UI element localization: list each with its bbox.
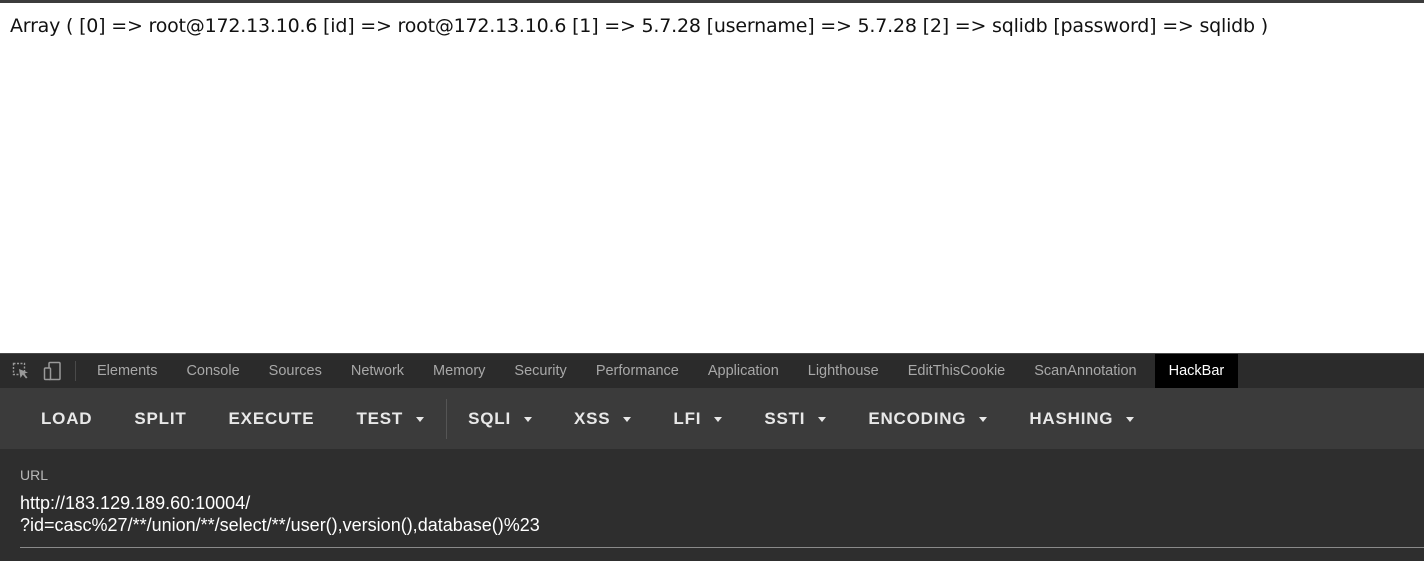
tab-memory[interactable]: Memory	[422, 354, 496, 388]
ssti-button-label: SSTI	[764, 408, 806, 428]
hashing-dropdown-button[interactable]: HASHING	[1008, 388, 1155, 449]
split-button-label: SPLIT	[134, 408, 187, 428]
execute-button[interactable]: EXECUTE	[208, 388, 336, 449]
xss-button-label: XSS	[573, 408, 611, 428]
tab-console[interactable]: Console	[175, 354, 250, 388]
test-dropdown-button[interactable]: TEST	[335, 388, 446, 449]
tab-network[interactable]: Network	[340, 354, 415, 388]
lfi-dropdown-button[interactable]: LFI	[652, 388, 743, 449]
hackbar-url-section: URL http://183.129.189.60:10004/ ?id=cas…	[0, 449, 1424, 561]
hackbar-toolbar: LOAD SPLIT EXECUTE TEST SQLI XSS LFI SST…	[0, 388, 1424, 449]
caret-down-icon	[714, 417, 723, 422]
load-button-label: LOAD	[41, 408, 93, 428]
caret-down-icon	[623, 417, 632, 422]
caret-down-icon	[1126, 417, 1135, 422]
execute-button-label: EXECUTE	[228, 408, 315, 428]
caret-down-icon	[979, 417, 988, 422]
element-picker-icon[interactable]	[11, 361, 31, 381]
devtools-panel: Elements Console Sources Network Memory …	[0, 353, 1424, 561]
tab-lighthouse[interactable]: Lighthouse	[797, 354, 890, 388]
tab-performance[interactable]: Performance	[585, 354, 690, 388]
page-output-text: Array ( [0] => root@172.13.10.6 [id] => …	[10, 15, 1268, 37]
tab-security[interactable]: Security	[503, 354, 577, 388]
device-toggle-icon[interactable]	[43, 361, 63, 381]
lfi-button-label: LFI	[673, 408, 702, 428]
test-button-label: TEST	[356, 408, 404, 428]
load-button[interactable]: LOAD	[0, 388, 113, 449]
encoding-button-label: ENCODING	[868, 408, 967, 428]
hashing-button-label: HASHING	[1029, 408, 1114, 428]
caret-down-icon	[818, 417, 827, 422]
caret-down-icon	[416, 417, 425, 422]
caret-down-icon	[523, 417, 532, 422]
tab-editthiscookie[interactable]: EditThisCookie	[897, 354, 1017, 388]
encoding-dropdown-button[interactable]: ENCODING	[847, 388, 1008, 449]
devtools-tabbar: Elements Console Sources Network Memory …	[0, 353, 1424, 388]
tab-elements[interactable]: Elements	[86, 354, 168, 388]
ssti-dropdown-button[interactable]: SSTI	[743, 388, 847, 449]
page-content: Array ( [0] => root@172.13.10.6 [id] => …	[0, 3, 1424, 353]
toolbar-separator	[75, 361, 76, 381]
split-button[interactable]: SPLIT	[113, 388, 207, 449]
tab-hackbar[interactable]: HackBar	[1154, 354, 1239, 388]
url-label: URL	[20, 467, 49, 483]
tab-sources[interactable]: Sources	[258, 354, 333, 388]
tab-application[interactable]: Application	[697, 354, 790, 388]
xss-dropdown-button[interactable]: XSS	[553, 388, 652, 449]
url-textarea[interactable]: http://183.129.189.60:10004/ ?id=casc%27…	[20, 492, 1400, 536]
sqli-dropdown-button[interactable]: SQLI	[447, 388, 553, 449]
sqli-button-label: SQLI	[468, 408, 511, 428]
url-field-underline	[20, 547, 1424, 548]
tab-scanannotation[interactable]: ScanAnnotation	[1023, 354, 1147, 388]
